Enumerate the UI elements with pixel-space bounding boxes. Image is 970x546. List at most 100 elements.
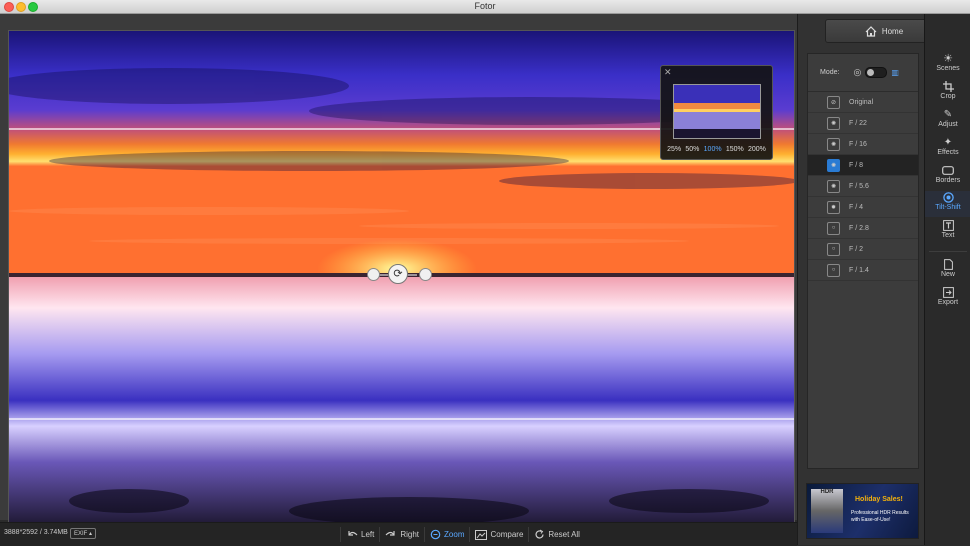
new-file-icon xyxy=(943,258,953,271)
navigator-panel: ✕ 25% 50% 100% 150% 200% xyxy=(660,65,773,160)
sidebar-label: Tilt-Shift xyxy=(935,204,961,211)
sidebar-label: Crop xyxy=(940,93,956,100)
crop-icon xyxy=(942,80,954,93)
sidebar-label: Export xyxy=(937,299,959,306)
tilt-shift-icon xyxy=(942,191,954,204)
sparkle-icon: ✦ xyxy=(943,137,953,148)
tilt-handle-left[interactable] xyxy=(367,268,380,281)
aperture-f8[interactable]: ✺ F / 8 xyxy=(808,155,918,176)
aperture-label: F / 5.6 xyxy=(849,182,869,190)
aperture-f5-6[interactable]: ✺ F / 5.6 xyxy=(808,176,918,197)
zoom-button[interactable]: Zoom xyxy=(424,527,469,542)
rotate-right-label: Right xyxy=(400,530,420,539)
home-label: Home xyxy=(881,26,904,36)
aperture-icon: ○ xyxy=(827,263,840,277)
aperture-f4[interactable]: ✹ F / 4 xyxy=(808,197,918,218)
aperture-label: F / 16 xyxy=(849,140,867,148)
navigator-zoom-levels: 25% 50% 100% 150% 200% xyxy=(661,146,772,153)
navigator-close-button[interactable]: ✕ xyxy=(664,67,672,78)
product-box-text: HDR xyxy=(820,489,834,495)
sidebar-item-effects[interactable]: ✦ Effects xyxy=(925,136,970,162)
sidebar-label: Text xyxy=(941,232,955,239)
sidebar-item-crop[interactable]: Crop xyxy=(925,80,970,106)
mode-switch[interactable] xyxy=(865,67,888,78)
aperture-f22[interactable]: ✺ F / 22 xyxy=(808,113,918,134)
exif-button[interactable]: EXIF ▴ xyxy=(70,528,97,539)
zoom-label: Zoom xyxy=(444,530,465,539)
pencil-icon: ✎ xyxy=(943,109,953,120)
title-bar: Fotor xyxy=(0,0,970,14)
sidebar-label: Effects xyxy=(937,149,959,156)
compare-button[interactable]: Compare xyxy=(469,527,528,542)
zoom-icon xyxy=(430,529,441,540)
export-icon xyxy=(942,286,954,299)
sidebar-item-export[interactable]: Export xyxy=(925,286,970,312)
sidebar-item-new[interactable]: New xyxy=(925,258,970,284)
rotate-left-icon xyxy=(348,531,358,536)
aperture-original[interactable]: ⊘ Original xyxy=(808,92,918,113)
aperture-f16[interactable]: ✺ F / 16 xyxy=(808,134,918,155)
promo-banner[interactable]: HDR Holiday Sales! Professional HDR Resu… xyxy=(806,483,919,539)
sidebar-divider xyxy=(929,251,967,252)
aperture-icon: ○ xyxy=(827,242,840,256)
aperture-icon: ✺ xyxy=(827,137,840,151)
aperture-label: F / 4 xyxy=(849,203,864,211)
sidebar-label: New xyxy=(940,271,955,278)
sidebar-item-adjust[interactable]: ✎ Adjust xyxy=(925,108,970,134)
bottom-toolbar: 3888*2592 / 3.74MB EXIF ▴ Left Right Zoo… xyxy=(0,522,797,546)
aperture-label: F / 2.8 xyxy=(849,224,869,232)
image-tools: Left Right Zoom Compare Reset All xyxy=(340,527,585,542)
home-icon xyxy=(865,25,877,37)
compare-icon xyxy=(475,529,488,540)
rotate-right-icon xyxy=(385,531,395,536)
sun-icon: ☀ xyxy=(943,53,953,65)
aperture-icon: ○ xyxy=(827,221,840,235)
aperture-icon: ✹ xyxy=(827,200,840,214)
sidebar-label: Scenes xyxy=(936,65,960,72)
aperture-icon: ✺ xyxy=(827,158,840,172)
zoom-25[interactable]: 25% xyxy=(667,146,681,153)
radial-mode-icon: ◎ xyxy=(853,67,862,77)
sidebar-label: Borders xyxy=(935,177,961,184)
zoom-100[interactable]: 100% xyxy=(704,146,722,153)
right-panel: Home Mode: ◎ ▥ ⊘ Original ✺ F / 22 ✺ F /… xyxy=(797,14,943,545)
reset-all-label: Reset All xyxy=(548,530,580,539)
sidebar-label: Adjust xyxy=(938,121,958,128)
aperture-panel: Mode: ◎ ▥ ⊘ Original ✺ F / 22 ✺ F / 16 ✺… xyxy=(807,53,919,469)
aperture-label: F / 2 xyxy=(849,245,864,253)
aperture-f2[interactable]: ○ F / 2 xyxy=(808,239,918,260)
mode-row: Mode: ◎ ▥ xyxy=(808,54,918,92)
file-info: 3888*2592 / 3.74MB xyxy=(4,529,68,536)
rotate-left-label: Left xyxy=(361,530,375,539)
aperture-label: F / 1.4 xyxy=(849,266,869,274)
zoom-150[interactable]: 150% xyxy=(726,146,744,153)
main-sidebar: ☀ Scenes Crop ✎ Adjust ✦ Effects Borders… xyxy=(924,14,970,545)
rotate-right-button[interactable]: Right xyxy=(379,527,424,542)
aperture-icon: ✺ xyxy=(827,179,840,193)
aperture-label: F / 8 xyxy=(849,161,864,169)
tilt-handle-right[interactable] xyxy=(419,268,432,281)
sidebar-item-tilt-shift[interactable]: Tilt-Shift xyxy=(925,191,970,217)
aperture-f1-4[interactable]: ○ F / 1.4 xyxy=(808,260,918,281)
sidebar-item-scenes[interactable]: ☀ Scenes xyxy=(925,52,970,78)
rotate-icon: ⟳ xyxy=(393,267,403,280)
no-blur-icon: ⊘ xyxy=(827,95,840,109)
rotate-left-button[interactable]: Left xyxy=(340,527,379,542)
aperture-label: Original xyxy=(849,98,874,106)
canvas-area: ⟳ ✕ 25% 50% 100% 150% 200% xyxy=(0,14,797,535)
reset-icon xyxy=(535,529,544,539)
aperture-icon: ✺ xyxy=(827,116,840,130)
promo-title: Holiday Sales! xyxy=(855,496,903,503)
promo-subtitle: Professional HDR Results with Ease-of-Us… xyxy=(851,510,909,523)
tilt-rotate-handle[interactable]: ⟳ xyxy=(388,264,408,284)
aperture-f2-8[interactable]: ○ F / 2.8 xyxy=(808,218,918,239)
reset-all-button[interactable]: Reset All xyxy=(528,527,585,542)
zoom-200[interactable]: 200% xyxy=(748,146,766,153)
aperture-label: F / 22 xyxy=(849,119,867,127)
zoom-50[interactable]: 50% xyxy=(685,146,699,153)
border-icon xyxy=(942,164,954,177)
sidebar-item-borders[interactable]: Borders xyxy=(925,164,970,190)
mode-toggle[interactable]: ◎ ▥ xyxy=(853,67,899,79)
navigator-thumbnail[interactable] xyxy=(673,84,761,139)
sidebar-item-text[interactable]: Text xyxy=(925,219,970,245)
